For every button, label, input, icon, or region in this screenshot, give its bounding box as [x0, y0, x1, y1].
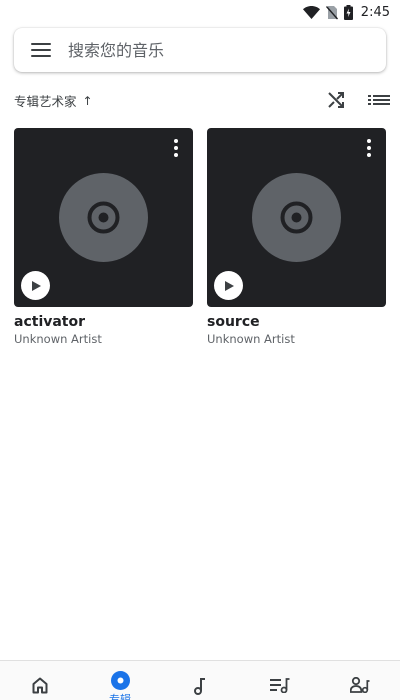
album-card[interactable]: activator Unknown Artist	[14, 128, 193, 346]
album-title: source	[207, 314, 260, 330]
no-sim-icon	[325, 5, 338, 19]
album-artist: Unknown Artist	[207, 332, 295, 346]
album-artist: Unknown Artist	[14, 332, 102, 346]
bottom-navigation: 专辑	[0, 660, 400, 700]
album-art[interactable]	[207, 128, 386, 307]
nav-item-home[interactable]	[0, 661, 80, 700]
more-options-icon[interactable]	[366, 139, 372, 157]
sort-selector[interactable]: 专辑艺术家 ↑	[14, 91, 93, 110]
more-options-icon[interactable]	[173, 139, 179, 157]
play-icon	[31, 280, 41, 291]
music-note-icon	[194, 678, 205, 695]
sort-label: 专辑艺术家	[14, 94, 77, 109]
play-button[interactable]	[21, 271, 50, 300]
album-art[interactable]	[14, 128, 193, 307]
album-card[interactable]: source Unknown Artist	[207, 128, 386, 346]
playlist-icon	[270, 678, 290, 693]
search-bar[interactable]	[14, 28, 386, 72]
album-disc-icon	[59, 173, 148, 262]
battery-charging-icon	[343, 4, 353, 20]
nav-item-albums[interactable]: 专辑	[80, 661, 160, 700]
status-time: 2:45	[360, 4, 390, 20]
arrow-up-icon: ↑	[82, 93, 93, 108]
artist-icon	[350, 677, 370, 693]
album-icon	[110, 671, 130, 690]
shuffle-icon[interactable]	[326, 90, 346, 110]
nav-item-playlists[interactable]	[240, 661, 320, 700]
album-title: activator	[14, 314, 86, 330]
home-icon	[32, 677, 48, 694]
status-bar: 2:45	[0, 0, 400, 24]
nav-label-albums: 专辑	[109, 693, 131, 700]
sort-row: 专辑艺术家 ↑	[14, 88, 390, 112]
play-icon	[224, 280, 234, 291]
status-icons: 2:45	[302, 3, 390, 21]
list-view-icon[interactable]	[368, 90, 390, 110]
album-disc-icon	[252, 173, 341, 262]
menu-icon[interactable]	[31, 43, 51, 57]
nav-item-artists[interactable]	[320, 661, 400, 700]
play-button[interactable]	[214, 271, 243, 300]
wifi-icon	[302, 5, 320, 19]
nav-item-songs[interactable]	[160, 661, 240, 700]
search-input[interactable]	[68, 40, 348, 60]
